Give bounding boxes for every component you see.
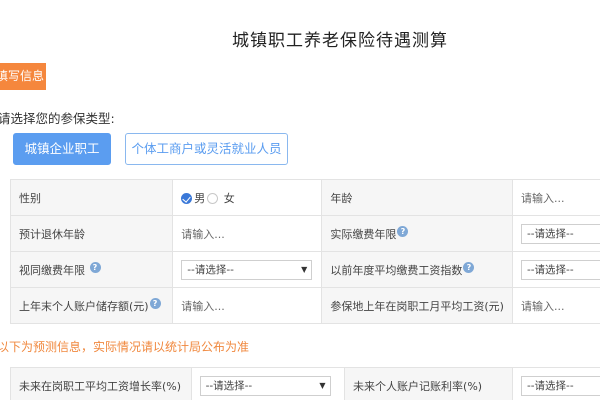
actual-paid-years-label: 实际缴费年限 (330, 227, 397, 241)
actual-paid-years-select[interactable]: --请选择-- (520, 223, 600, 244)
type-button-enterprise-employee[interactable]: 城镇企业职工 (13, 133, 111, 165)
retire-age-placeholder: 请输入... (181, 227, 225, 241)
insurance-type-prompt: 请选择您的参保类型: (0, 111, 115, 126)
deemed-paid-years-cell: --请选择-- ▼ (172, 251, 323, 288)
gender-male-label[interactable]: 男 (194, 192, 205, 205)
avg-monthly-salary-label: 参保地上年在岗职工月平均工资(元) (321, 287, 513, 324)
deemed-paid-years-select-value: --请选择-- (187, 263, 234, 276)
account-interest-rate-select-value: --请选择-- (526, 379, 574, 392)
gender-label: 性别 (9, 179, 174, 216)
account-balance-label: 上年末个人账户储存额(元) (19, 299, 149, 313)
age-input[interactable]: 请输入... (511, 179, 600, 216)
avg-monthly-salary-placeholder: 请输入... (520, 299, 565, 313)
deemed-paid-years-label: 视同缴费年限 (19, 263, 85, 277)
forecast-notice: 以下为预测信息，实际情况请以统计局公布为准 (0, 340, 250, 354)
caret-down-icon: ▼ (319, 380, 326, 390)
section-tag: 填写信息 (0, 63, 46, 90)
avg-monthly-salary-input[interactable]: 请输入... (511, 287, 600, 324)
deemed-paid-years-select[interactable]: --请选择-- ▼ (181, 259, 313, 280)
avg-wage-index-select[interactable]: --请选择-- (520, 259, 600, 280)
account-balance-placeholder: 请输入... (181, 299, 225, 313)
form-row-gender-age: 性别 男 女 年龄 请输入... (9, 179, 600, 216)
age-input-placeholder: 请输入... (520, 191, 565, 205)
radio-unchecked-icon[interactable] (207, 193, 219, 204)
deemed-paid-years-label-cell: 视同缴费年限 ? (9, 251, 174, 288)
age-label: 年龄 (321, 179, 513, 216)
caret-down-icon: ▼ (301, 264, 308, 274)
form-row-account-avg-salary: 上年末个人账户储存额(元)? 请输入... 参保地上年在岗职工月平均工资(元) … (9, 287, 600, 324)
info-form-table: 性别 男 女 年龄 请输入... 预计退休年龄 请输入... 实际缴费年限? -… (9, 179, 600, 324)
page-title: 城镇职工养老保险待遇测算 (232, 31, 448, 51)
question-circle-icon[interactable]: ? (397, 225, 409, 237)
form-row-retire-paid-years: 预计退休年龄 请输入... 实际缴费年限? --请选择-- (9, 215, 600, 252)
avg-wage-index-select-value: --请选择-- (526, 263, 574, 276)
gender-female-label[interactable]: 女 (224, 192, 235, 205)
question-circle-icon[interactable]: ? (89, 261, 101, 273)
actual-paid-years-cell: --请选择-- (511, 215, 600, 252)
account-balance-input[interactable]: 请输入... (172, 287, 323, 324)
avg-wage-index-label-cell: 以前年度平均缴费工资指数? (321, 251, 513, 288)
actual-paid-years-select-value: --请选择-- (526, 227, 574, 240)
account-interest-rate-label: 未来个人账户记账利率(%) (344, 367, 513, 400)
account-interest-rate-select[interactable]: --请选择-- (520, 375, 600, 396)
form-row-deemed-years-index: 视同缴费年限 ? --请选择-- ▼ 以前年度平均缴费工资指数? --请选择-- (9, 251, 600, 288)
type-button-self-employed[interactable]: 个体工商户或灵活就业人员 (125, 133, 288, 165)
forecast-row-growth-rates: 未来在岗职工平均工资增长率(%) --请选择-- ▼ 未来个人账户记账利率(%) … (10, 367, 600, 400)
question-circle-icon[interactable]: ? (149, 297, 161, 309)
avg-wage-index-label: 以前年度平均缴费工资指数 (330, 263, 463, 277)
gender-radio-group: 男 女 (172, 179, 323, 216)
radio-checked-icon[interactable] (181, 193, 193, 204)
wage-growth-rate-select-value: --请选择-- (205, 379, 253, 392)
actual-paid-years-label-cell: 实际缴费年限? (321, 215, 513, 252)
question-circle-icon[interactable]: ? (463, 261, 475, 273)
retire-age-input[interactable]: 请输入... (172, 215, 323, 252)
account-balance-label-cell: 上年末个人账户储存额(元)? (9, 287, 174, 324)
avg-wage-index-cell: --请选择-- (511, 251, 600, 288)
account-interest-rate-cell: --请选择-- (511, 367, 600, 400)
forecast-form-table: 未来在岗职工平均工资增长率(%) --请选择-- ▼ 未来个人账户记账利率(%) … (10, 367, 600, 400)
wage-growth-rate-label: 未来在岗职工平均工资增长率(%) (10, 367, 192, 400)
wage-growth-rate-select[interactable]: --请选择-- ▼ (199, 375, 331, 396)
wage-growth-rate-cell: --请选择-- ▼ (190, 367, 346, 400)
retire-age-label: 预计退休年龄 (9, 215, 174, 252)
